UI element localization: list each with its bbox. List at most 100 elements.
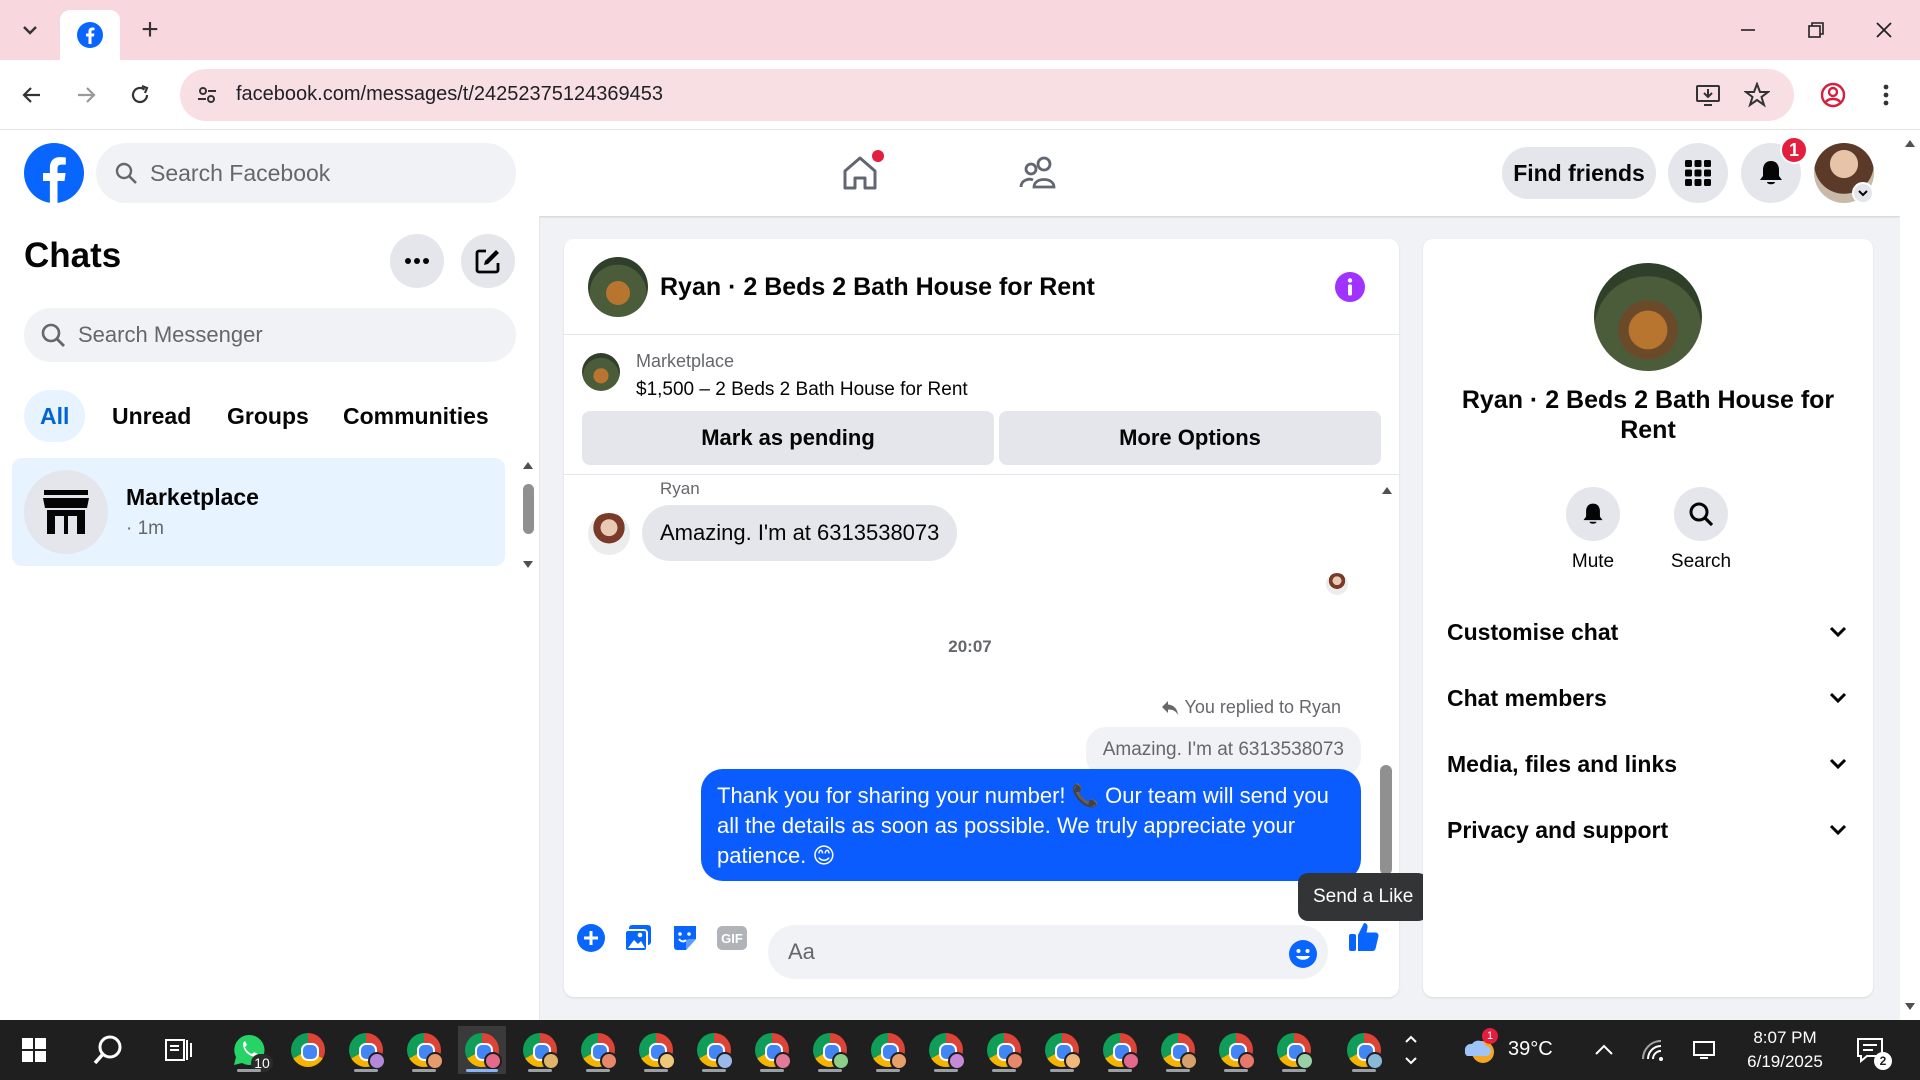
profile-badge <box>368 1052 386 1070</box>
section-media-files-links[interactable]: Media, files and links <box>1447 739 1847 789</box>
browser-menu-icon[interactable] <box>1866 75 1906 115</box>
mute-button[interactable] <box>1566 487 1620 541</box>
filter-communities[interactable]: Communities <box>327 390 505 442</box>
find-friends-button[interactable]: Find friends <box>1502 147 1656 199</box>
sender-avatar[interactable] <box>588 513 630 555</box>
taskbar-clock[interactable]: 8:07 PM 6/19/2025 <box>1730 1026 1840 1074</box>
taskbar-search-button[interactable] <box>84 1026 132 1074</box>
taskbar-chrome-profile[interactable] <box>632 1026 680 1074</box>
tray-overflow-button[interactable] <box>1580 1026 1628 1074</box>
browser-tab-facebook[interactable] <box>60 10 120 60</box>
filter-groups[interactable]: Groups <box>211 390 325 442</box>
facebook-search-placeholder: Search Facebook <box>150 159 331 186</box>
taskbar-chrome-profile[interactable] <box>748 1026 796 1074</box>
search-button[interactable] <box>1674 487 1728 541</box>
forward-button[interactable] <box>66 75 106 115</box>
site-info-icon[interactable] <box>192 80 222 110</box>
taskbar-chrome-profile[interactable] <box>922 1026 970 1074</box>
notification-center-button[interactable]: 2 <box>1846 1026 1894 1074</box>
profile-icon[interactable] <box>1813 75 1853 115</box>
compose-icon <box>475 249 500 274</box>
chat-list-scroll-thumb[interactable] <box>523 484 534 534</box>
more-actions-plus-icon[interactable] <box>574 921 608 955</box>
taskbar-overflow-arrows[interactable] <box>1398 1026 1424 1074</box>
weather-temperature[interactable]: 39°C <box>1508 1038 1553 1061</box>
conversation-title[interactable]: Ryan · 2 Beds 2 Bath House for Rent <box>660 273 1095 302</box>
section-customise-chat[interactable]: Customise chat <box>1447 607 1847 657</box>
running-indicator <box>1224 1069 1248 1072</box>
address-bar[interactable]: facebook.com/messages/t/2425237512436945… <box>180 69 1794 121</box>
new-tab-button[interactable]: + <box>132 12 168 48</box>
search-action[interactable]: Search <box>1661 487 1741 573</box>
info-icon[interactable] <box>1334 271 1366 303</box>
taskbar-chrome-profile-active[interactable] <box>458 1026 506 1074</box>
section-privacy-support[interactable]: Privacy and support <box>1447 805 1847 855</box>
home-notification-dot <box>872 150 884 162</box>
taskbar-chrome[interactable] <box>284 1026 332 1074</box>
taskbar-chrome-profile[interactable] <box>1340 1026 1388 1074</box>
back-button[interactable] <box>12 75 52 115</box>
gif-icon[interactable]: GIF <box>715 921 749 955</box>
taskbar-chrome-profile[interactable] <box>1154 1026 1202 1074</box>
mark-as-pending-button[interactable]: Mark as pending <box>582 411 994 465</box>
taskbar-chrome-profile[interactable] <box>980 1026 1028 1074</box>
network-icon[interactable] <box>1630 1026 1678 1074</box>
mute-action[interactable]: Mute <box>1553 487 1633 573</box>
profile-badge <box>1296 1052 1314 1070</box>
emoji-icon[interactable] <box>1288 939 1318 969</box>
taskbar-chrome-profile[interactable] <box>516 1026 564 1074</box>
svg-text:GIF: GIF <box>721 931 743 946</box>
facebook-search-input[interactable]: Search Facebook <box>96 143 516 203</box>
minimize-button[interactable] <box>1718 8 1778 52</box>
conversation-scroll-thumb[interactable] <box>1380 765 1392 875</box>
taskbar-chrome-profile[interactable] <box>1038 1026 1086 1074</box>
taskbar-chrome-profile[interactable] <box>400 1026 448 1074</box>
profile-badge <box>1064 1052 1082 1070</box>
new-message-button[interactable] <box>461 234 515 288</box>
taskbar-chrome-profile[interactable] <box>342 1026 390 1074</box>
listing-title[interactable]: $1,500 – 2 Beds 2 Bath House for Rent <box>636 379 968 401</box>
facebook-logo-icon[interactable] <box>24 143 84 203</box>
filter-unread[interactable]: Unread <box>96 390 207 442</box>
info-avatar[interactable] <box>1594 263 1702 371</box>
profile-badge <box>1122 1052 1140 1070</box>
messenger-search-input[interactable]: Search Messenger <box>24 308 516 362</box>
friends-nav-button[interactable] <box>1008 148 1068 198</box>
taskbar-chrome-profile[interactable] <box>1096 1026 1144 1074</box>
task-view-button[interactable] <box>155 1026 203 1074</box>
send-like-button[interactable] <box>1344 917 1384 957</box>
bookmark-star-icon[interactable] <box>1742 80 1772 110</box>
start-button[interactable] <box>10 1026 58 1074</box>
display-icon[interactable] <box>1680 1026 1728 1074</box>
install-app-icon[interactable] <box>1693 80 1723 110</box>
sticker-icon[interactable] <box>668 921 702 955</box>
attach-photo-icon[interactable] <box>621 921 655 955</box>
close-window-button[interactable] <box>1854 8 1914 52</box>
taskbar-chrome-profile[interactable] <box>574 1026 622 1074</box>
tab-search-chevron-icon[interactable] <box>10 10 50 50</box>
outgoing-message[interactable]: Thank you for sharing your number! 📞 Our… <box>701 769 1361 881</box>
taskbar-chrome-profile[interactable] <box>864 1026 912 1074</box>
taskbar-chrome-profile[interactable] <box>1270 1026 1318 1074</box>
menu-button[interactable] <box>1668 143 1728 203</box>
chat-list-item[interactable]: Marketplace · 1m <box>12 458 505 566</box>
listing-thumbnail[interactable] <box>582 353 620 391</box>
filter-all[interactable]: All <box>24 390 86 442</box>
taskbar-chrome-profile[interactable] <box>1212 1026 1260 1074</box>
thumbs-up-icon <box>1349 923 1379 951</box>
conversation-avatar[interactable] <box>588 257 648 317</box>
more-options-button[interactable]: More Options <box>999 411 1381 465</box>
reload-button[interactable] <box>120 75 160 115</box>
page-scrollbar[interactable] <box>1900 130 1920 1020</box>
restore-button[interactable] <box>1786 8 1846 52</box>
taskbar-chrome-profile[interactable] <box>806 1026 854 1074</box>
weather-widget-icon[interactable]: 1 <box>1454 1026 1502 1074</box>
message-composer-input[interactable]: Aa <box>768 925 1328 979</box>
chat-options-button[interactable] <box>390 234 444 288</box>
taskbar-whatsapp[interactable]: 10 <box>225 1026 273 1074</box>
running-indicator <box>760 1069 784 1072</box>
incoming-message[interactable]: Amazing. I'm at 6313538073 <box>642 505 958 561</box>
account-chevron-icon[interactable] <box>1852 182 1874 204</box>
taskbar-chrome-profile[interactable] <box>690 1026 738 1074</box>
section-chat-members[interactable]: Chat members <box>1447 673 1847 723</box>
